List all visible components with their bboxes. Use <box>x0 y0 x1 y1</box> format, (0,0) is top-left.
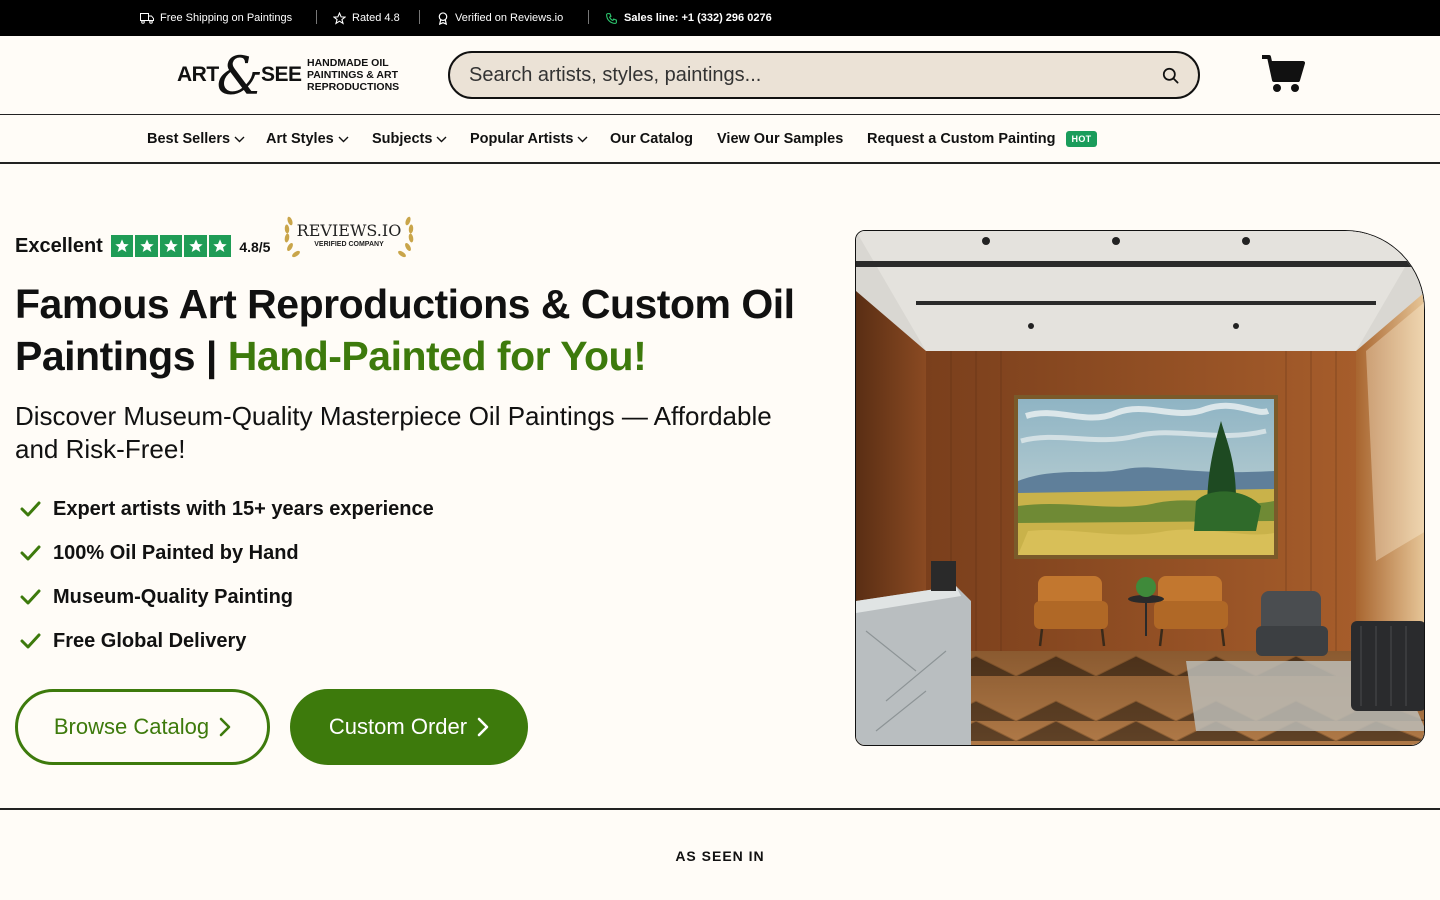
rating-summary: Excellent 4.8/5 <box>15 208 270 263</box>
badge-title: REVIEWS.IO <box>296 221 402 240</box>
star-icon <box>184 234 207 257</box>
logo-tagline: HANDMADE OIL PAINTINGS & ART REPRODUCTIO… <box>307 57 400 93</box>
star-icon <box>135 234 158 257</box>
check-icon <box>20 589 41 605</box>
hot-badge: HOT <box>1065 131 1098 147</box>
list-item: Museum-Quality Painting <box>20 575 434 619</box>
award-icon <box>438 11 448 25</box>
star-icon <box>110 234 134 257</box>
badge-subtitle: VERIFIED COMPANY <box>314 241 384 248</box>
rated-text: Rated 4.8 <box>352 12 400 24</box>
chevron-down-icon <box>234 136 245 142</box>
chevron-down-icon <box>577 136 588 142</box>
logo-word-see: SEE <box>260 63 302 86</box>
section-divider <box>0 808 1440 810</box>
search-input[interactable] <box>450 63 1130 87</box>
check-icon <box>20 545 41 561</box>
custom-order-button[interactable]: Custom Order <box>290 689 528 765</box>
rating-label: Excellent <box>15 235 103 257</box>
logo-word-art: ART <box>177 63 219 86</box>
hero-title: Famous Art Reproductions & Custom Oil Pa… <box>15 278 815 382</box>
nav-our-catalog[interactable]: Our Catalog <box>610 115 693 163</box>
star-outline-icon <box>333 11 346 25</box>
phone-icon <box>606 12 617 24</box>
nav-view-samples[interactable]: View Our Samples <box>717 115 843 163</box>
star-icon <box>159 234 183 257</box>
nav-subjects[interactable]: Subjects <box>372 115 447 163</box>
list-item: 100% Oil Painted by Hand <box>20 531 434 575</box>
chevron-right-icon <box>477 717 489 737</box>
logo-ampersand: & <box>216 47 263 107</box>
nav-best-sellers[interactable]: Best Sellers <box>147 115 245 163</box>
check-icon <box>20 501 41 517</box>
verified-notice: Verified on Reviews.io <box>437 0 563 36</box>
chevron-down-icon <box>436 136 447 142</box>
hero-lobby-image <box>855 230 1425 746</box>
site-header: ART & SEE HANDMADE OIL PAINTINGS & ART R… <box>0 36 1440 114</box>
list-item: Free Global Delivery <box>20 619 434 663</box>
verified-text: Verified on Reviews.io <box>455 12 564 24</box>
rating-score: 4.8/5 <box>239 238 271 255</box>
shipping-text: Free Shipping on Paintings <box>160 12 293 24</box>
top-announcement-bar: Free Shipping on Paintings Rated 4.8 Ver… <box>0 0 1440 36</box>
hero-title-accent: Hand-Painted for You! <box>227 333 647 379</box>
list-item: Expert artists with 15+ years experience <box>20 487 434 531</box>
search-icon[interactable] <box>1161 66 1180 85</box>
nav-art-styles[interactable]: Art Styles <box>266 115 349 163</box>
feature-list: Expert artists with 15+ years experience… <box>20 487 434 663</box>
rating-notice: Rated 4.8 <box>333 0 400 36</box>
nav-popular-artists[interactable]: Popular Artists <box>470 115 588 163</box>
as-seen-in-heading: AS SEEN IN <box>675 848 765 864</box>
truck-icon <box>140 12 154 24</box>
hero-subtitle: Discover Museum-Quality Masterpiece Oil … <box>15 401 772 464</box>
rating-stars <box>110 234 232 257</box>
logo[interactable]: ART & SEE <box>177 47 302 107</box>
chevron-down-icon <box>338 136 349 142</box>
cart-icon[interactable] <box>1261 54 1305 94</box>
reviews-io-badge[interactable]: REVIEWS.IO VERIFIED COMPANY <box>282 209 416 261</box>
chevron-right-icon <box>219 717 231 737</box>
main-nav: Best Sellers Art Styles Subjects Popular… <box>0 114 1440 164</box>
sales-line[interactable]: Sales line: +1 (332) 296 0276 <box>605 0 772 36</box>
check-icon <box>20 633 41 649</box>
search-bar <box>448 51 1200 99</box>
browse-catalog-button[interactable]: Browse Catalog <box>15 689 270 765</box>
star-icon <box>208 234 232 257</box>
nav-request-custom[interactable]: Request a Custom Painting HOT <box>867 115 1098 163</box>
sales-text[interactable]: Sales line: +1 (332) 296 0276 <box>624 12 772 24</box>
shipping-notice: Free Shipping on Paintings <box>140 0 292 36</box>
